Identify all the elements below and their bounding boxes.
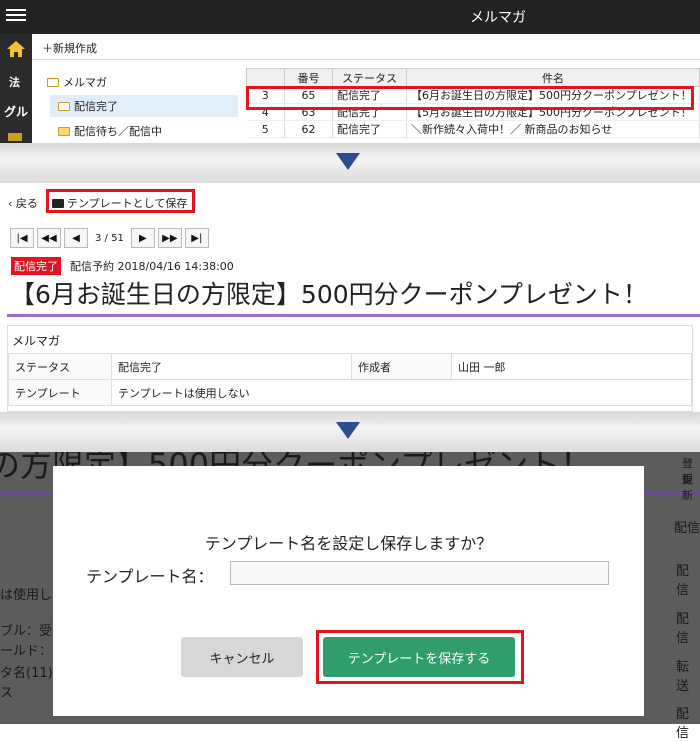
highlight-box — [46, 189, 195, 213]
next-record-button[interactable]: ▶ — [130, 228, 155, 248]
grid-header: 番号 ステータス 件名 — [246, 68, 700, 87]
highlight-box — [246, 86, 694, 110]
tree-item-label: 配信完了 — [74, 100, 118, 113]
info-table: ステータス 配信完了 作成者 山田 一郎 テンプレート テンプレートは使用しない — [8, 353, 692, 406]
template-value: テンプレートは使用しない — [111, 379, 692, 406]
grid-header-subject[interactable]: 件名 — [406, 68, 700, 87]
folder-icon — [58, 126, 70, 136]
folder-open-icon — [47, 77, 59, 87]
tree-item-pending[interactable]: 配信待ち／配信中 — [58, 123, 162, 139]
tree-item-root[interactable]: メルマガ — [47, 74, 107, 90]
table-row: テンプレート テンプレートは使用しない — [8, 379, 692, 406]
template-name-input[interactable] — [230, 561, 609, 585]
last-record-button[interactable]: ▶| — [184, 228, 209, 248]
side-nav-item[interactable]: 法 — [9, 74, 20, 90]
arrow-down-icon — [336, 153, 360, 170]
grid-header-status[interactable]: ステータス — [332, 68, 407, 87]
status-value: 配信完了 — [111, 353, 352, 380]
template-name-label: テンプレート名： — [86, 567, 214, 586]
side-nav-icon[interactable] — [8, 133, 22, 141]
back-label: 戻る — [15, 197, 38, 210]
table-row: ステータス 配信完了 作成者 山田 一郎 — [8, 353, 692, 380]
row-index: 5 — [246, 120, 285, 138]
background-text: 配信 — [674, 521, 700, 536]
background-text: 配信 — [676, 612, 690, 646]
background-text: 配信 — [676, 564, 690, 598]
page-title: 【6月お誕生日の方限定】500円分クーポンプレゼント！ — [10, 280, 648, 309]
top-bar — [0, 0, 700, 34]
background-text: タ名(11) — [0, 666, 53, 681]
folder-open-icon — [58, 101, 70, 111]
tree-item-label: メルマガ — [63, 76, 107, 89]
chevron-left-icon: ‹ — [8, 197, 13, 210]
status-label: ステータス — [8, 353, 112, 380]
home-icon[interactable] — [6, 40, 26, 58]
background-text: ールド： — [0, 644, 53, 659]
hamburger-menu-icon[interactable] — [6, 6, 26, 26]
template-label: テンプレート — [8, 379, 112, 406]
tree-item-label: 配信待ち／配信中 — [74, 125, 162, 138]
step-separator — [0, 412, 700, 452]
back-button[interactable]: ‹ 戻る — [8, 195, 38, 211]
background-text: は使用し — [0, 588, 53, 603]
prev-record-button[interactable]: ◀ — [64, 228, 88, 248]
app-title: メルマガ — [470, 10, 526, 26]
background-text: ス — [0, 686, 14, 701]
cancel-button[interactable]: キャンセル — [181, 637, 303, 677]
record-pager: |◀ ◀◀ ◀ 3 / 51 ▶ ▶▶ ▶| — [10, 228, 209, 248]
dialog-question: テンプレート名を設定し保存しますか？ — [204, 534, 493, 553]
new-button[interactable]: ＋新規作成 — [42, 40, 97, 56]
title-underline — [7, 314, 700, 317]
schedule-text: 配信予約 2018/04/16 14:38:00 — [70, 260, 234, 273]
author-label: 作成者 — [351, 353, 452, 380]
highlight-box — [316, 630, 524, 684]
row-status: 配信完了 — [332, 120, 407, 138]
fast-forward-button[interactable]: ▶▶ — [157, 228, 182, 248]
grid-header-index — [246, 68, 285, 87]
first-record-button[interactable]: |◀ — [10, 228, 34, 248]
list-toolbar — [32, 34, 700, 60]
grid-header-number[interactable]: 番号 — [284, 68, 333, 87]
background-text: ブル：受 — [0, 624, 53, 639]
background-text: 配信 — [676, 707, 690, 741]
row-subject: ＼新作続々入荷中！／ 新商品のお知らせ — [406, 120, 700, 138]
table-row[interactable]: 5 62 配信完了 ＼新作続々入荷中！／ 新商品のお知らせ — [246, 120, 700, 138]
card-title: メルマガ — [12, 334, 61, 348]
author-value: 山田 一郎 — [451, 353, 692, 380]
step-separator — [0, 143, 700, 183]
row-number: 62 — [284, 120, 333, 138]
background-text: 転送 — [676, 660, 690, 694]
status-badge: 配信完了 — [11, 257, 61, 275]
rewind-button[interactable]: ◀◀ — [37, 228, 61, 248]
tree-item-sent[interactable]: 配信完了 — [58, 98, 118, 114]
arrow-down-icon — [336, 422, 360, 439]
background-text: 更新 — [682, 473, 693, 502]
list-screen: メルマガ 法 グル ＋新規作成 メルマガ 配信完了 配信待ち／配信中 番号 ステ… — [0, 0, 700, 143]
side-nav-item[interactable]: グル — [4, 103, 28, 120]
pager-text: 3 / 51 — [95, 232, 124, 244]
